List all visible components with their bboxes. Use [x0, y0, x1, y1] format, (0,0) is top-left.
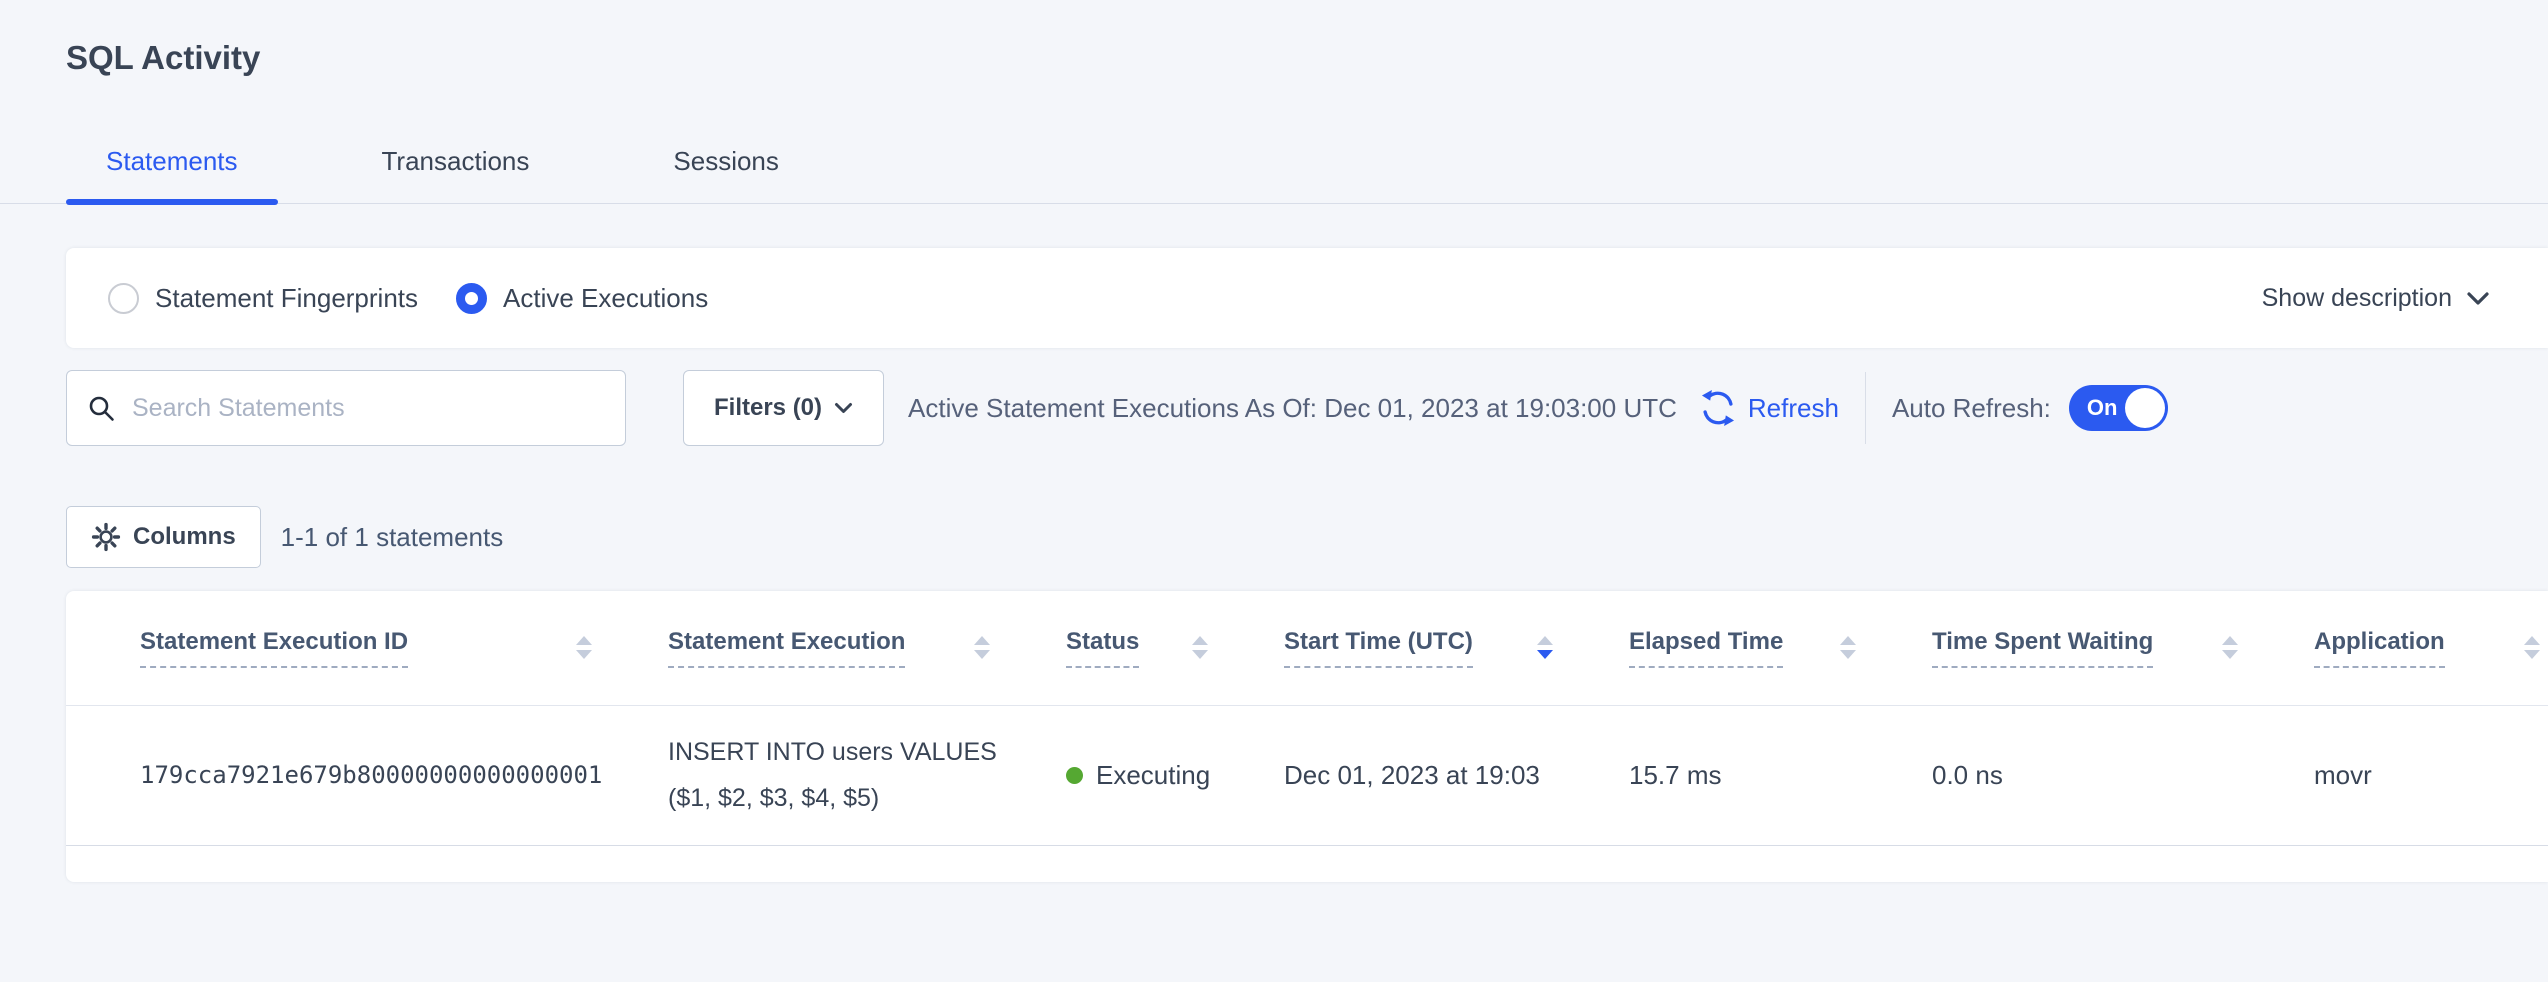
chevron-down-icon — [834, 402, 853, 414]
status-dot-icon — [1066, 767, 1083, 784]
radio-label: Active Executions — [503, 283, 708, 314]
toolbar: Filters (0) Active Statement Executions … — [66, 370, 2548, 446]
columns-label: Columns — [133, 523, 236, 551]
tab-bar: Statements Transactions Sessions — [0, 118, 2548, 204]
cell-execution-id: 179cca7921e679b80000000000000001 — [66, 705, 668, 845]
column-label[interactable]: Start Time (UTC) — [1284, 628, 1473, 668]
filters-label: Filters (0) — [714, 394, 822, 422]
column-label[interactable]: Statement Execution ID — [140, 628, 408, 668]
header-start-time[interactable]: Start Time (UTC) — [1284, 591, 1629, 705]
page-title: SQL Activity — [66, 36, 2548, 80]
header-status[interactable]: Status — [1066, 591, 1284, 705]
sort-icon[interactable] — [2222, 636, 2238, 659]
sort-icon[interactable] — [1840, 636, 1856, 659]
radio-statement-fingerprints[interactable]: Statement Fingerprints — [108, 283, 418, 314]
column-label[interactable]: Time Spent Waiting — [1932, 628, 2153, 668]
tab-sessions[interactable]: Sessions — [633, 118, 819, 203]
radio-active-executions[interactable]: Active Executions — [456, 283, 708, 314]
chevron-down-icon — [2466, 291, 2490, 306]
filters-button[interactable]: Filters (0) — [683, 370, 884, 446]
results-count: 1-1 of 1 statements — [281, 522, 504, 553]
header-statement-execution-id[interactable]: Statement Execution ID — [66, 591, 668, 705]
radio-circle-icon[interactable] — [108, 283, 139, 314]
cell-elapsed-time: 15.7 ms — [1629, 705, 1932, 845]
table-controls: Columns 1-1 of 1 statements — [66, 506, 2548, 568]
gear-icon — [91, 522, 121, 552]
statements-table-card: Statement Execution ID Statement Executi… — [66, 591, 2548, 882]
sort-icon[interactable] — [1537, 636, 1553, 659]
search-icon — [87, 394, 116, 423]
as-of-timestamp: Active Statement Executions As Of: Dec 0… — [908, 393, 1677, 424]
tab-statements[interactable]: Statements — [66, 118, 278, 203]
status-label: Executing — [1096, 760, 1210, 791]
sort-icon[interactable] — [1192, 636, 1208, 659]
radio-label: Statement Fingerprints — [155, 283, 418, 314]
refresh-label: Refresh — [1748, 393, 1839, 424]
statement-text[interactable]: INSERT INTO users VALUES ($1, $2, $3, $4… — [668, 729, 1038, 821]
header-application[interactable]: Application — [2314, 591, 2548, 705]
search-box[interactable] — [66, 370, 626, 446]
vertical-divider — [1865, 372, 1866, 444]
cell-start-time: Dec 01, 2023 at 19:03 — [1284, 705, 1629, 845]
cell-status: Executing — [1066, 705, 1284, 845]
sort-icon[interactable] — [2524, 636, 2540, 659]
auto-refresh-label: Auto Refresh: — [1892, 393, 2051, 424]
cell-application: movr — [2314, 705, 2548, 845]
table-row[interactable]: 179cca7921e679b80000000000000001 INSERT … — [66, 705, 2548, 845]
column-label[interactable]: Elapsed Time — [1629, 628, 1783, 668]
cell-time-spent-waiting: 0.0 ns — [1932, 705, 2314, 845]
search-input[interactable] — [132, 394, 605, 423]
columns-button[interactable]: Columns — [66, 506, 261, 568]
statements-table: Statement Execution ID Statement Executi… — [66, 591, 2548, 846]
refresh-icon — [1699, 389, 1737, 427]
view-selector-card: Statement Fingerprints Active Executions… — [66, 248, 2548, 348]
show-description-toggle[interactable]: Show description — [2262, 284, 2490, 313]
header-time-spent-waiting[interactable]: Time Spent Waiting — [1932, 591, 2314, 705]
show-description-label: Show description — [2262, 284, 2452, 313]
toggle-knob[interactable] — [2125, 388, 2165, 428]
column-label[interactable]: Statement Execution — [668, 628, 905, 668]
table-header-row: Statement Execution ID Statement Executi… — [66, 591, 2548, 705]
radio-circle-icon[interactable] — [456, 283, 487, 314]
refresh-button[interactable]: Refresh — [1699, 389, 1839, 427]
header-elapsed-time[interactable]: Elapsed Time — [1629, 591, 1932, 705]
toggle-state-label: On — [2087, 395, 2118, 421]
auto-refresh-toggle[interactable]: On — [2069, 385, 2168, 431]
header-statement-execution[interactable]: Statement Execution — [668, 591, 1066, 705]
column-label[interactable]: Application — [2314, 628, 2445, 668]
sort-icon[interactable] — [974, 636, 990, 659]
sort-icon[interactable] — [576, 636, 592, 659]
tab-transactions[interactable]: Transactions — [342, 118, 570, 203]
column-label[interactable]: Status — [1066, 628, 1139, 668]
cell-statement[interactable]: INSERT INTO users VALUES ($1, $2, $3, $4… — [668, 705, 1066, 845]
